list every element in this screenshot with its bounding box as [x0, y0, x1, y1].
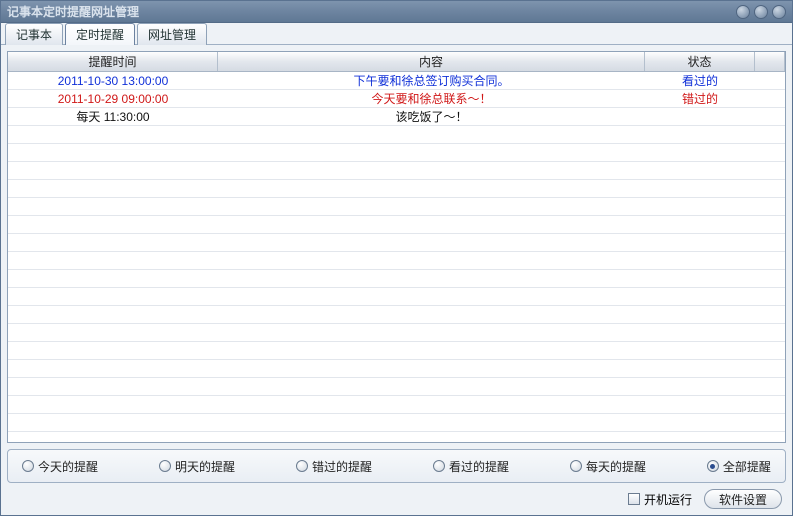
filter-label: 今天的提醒	[38, 458, 98, 475]
table-row[interactable]	[8, 270, 785, 288]
table-row[interactable]	[8, 288, 785, 306]
table-row[interactable]: 2011-10-29 09:00:00今天要和徐总联系～！错过的	[8, 90, 785, 108]
table-row[interactable]	[8, 180, 785, 198]
table-row[interactable]	[8, 216, 785, 234]
radio-dot-icon	[22, 460, 34, 472]
filter-label: 每天的提醒	[586, 458, 646, 475]
tab-strip: 记事本 定时提醒 网址管理	[1, 23, 792, 45]
tab-notebook[interactable]: 记事本	[5, 23, 63, 45]
table-row[interactable]	[8, 432, 785, 442]
table-panel: 提醒时间 内容 状态 2011-10-30 13:00:00下午要和徐总签订购买…	[7, 51, 786, 443]
close-button[interactable]	[772, 5, 786, 19]
tab-url[interactable]: 网址管理	[137, 23, 207, 45]
filter-radio[interactable]: 每天的提醒	[570, 458, 646, 475]
radio-dot-icon	[707, 460, 719, 472]
cell-status: 错过的	[645, 90, 755, 107]
autorun-label: 开机运行	[644, 491, 692, 508]
filter-radio[interactable]: 错过的提醒	[296, 458, 372, 475]
radio-dot-icon	[159, 460, 171, 472]
cell-status: 看过的	[645, 72, 755, 89]
col-header-time[interactable]: 提醒时间	[8, 52, 218, 71]
table-row[interactable]	[8, 126, 785, 144]
radio-dot-icon	[433, 460, 445, 472]
titlebar: 记事本定时提醒网址管理	[1, 1, 792, 23]
filter-radio[interactable]: 今天的提醒	[22, 458, 98, 475]
table-body[interactable]: 2011-10-30 13:00:00下午要和徐总签订购买合同。看过的2011-…	[8, 72, 785, 442]
cell-time: 每天 11:30:00	[8, 108, 218, 125]
table-header: 提醒时间 内容 状态	[8, 52, 785, 72]
tab-label: 记事本	[16, 28, 52, 42]
filter-bar: 今天的提醒 明天的提醒 错过的提醒 看过的提醒 每天的提醒 全部提醒	[7, 449, 786, 483]
cell-body: 今天要和徐总联系～！	[218, 90, 645, 107]
tab-label: 网址管理	[148, 28, 196, 42]
maximize-button[interactable]	[754, 5, 768, 19]
filter-radio[interactable]: 看过的提醒	[433, 458, 509, 475]
table-row[interactable]	[8, 324, 785, 342]
cell-body: 该吃饭了～！	[218, 108, 645, 125]
autorun-checkbox[interactable]: 开机运行	[628, 491, 692, 508]
table-row[interactable]	[8, 414, 785, 432]
table-row[interactable]	[8, 198, 785, 216]
radio-dot-icon	[296, 460, 308, 472]
filter-label: 错过的提醒	[312, 458, 372, 475]
col-header-body[interactable]: 内容	[218, 52, 645, 71]
tab-label: 定时提醒	[76, 28, 124, 42]
table-row[interactable]	[8, 396, 785, 414]
window-buttons	[736, 5, 786, 19]
settings-button-label: 软件设置	[719, 491, 767, 508]
table-row[interactable]	[8, 162, 785, 180]
col-header-pad	[755, 52, 785, 71]
table-row[interactable]: 2011-10-30 13:00:00下午要和徐总签订购买合同。看过的	[8, 72, 785, 90]
checkbox-box-icon	[628, 493, 640, 505]
cell-time: 2011-10-30 13:00:00	[8, 74, 218, 88]
filter-radio[interactable]: 全部提醒	[707, 458, 771, 475]
minimize-button[interactable]	[736, 5, 750, 19]
table-row[interactable]	[8, 234, 785, 252]
table-row[interactable]: 每天 11:30:00该吃饭了～！	[8, 108, 785, 126]
filter-label: 明天的提醒	[175, 458, 235, 475]
filter-radio[interactable]: 明天的提醒	[159, 458, 235, 475]
filter-label: 全部提醒	[723, 458, 771, 475]
table-row[interactable]	[8, 342, 785, 360]
table-row[interactable]	[8, 378, 785, 396]
window-title: 记事本定时提醒网址管理	[7, 3, 736, 20]
table-row[interactable]	[8, 144, 785, 162]
tab-reminder[interactable]: 定时提醒	[65, 23, 135, 45]
app-window: 记事本定时提醒网址管理 记事本 定时提醒 网址管理 提醒时间 内容 状态 201…	[0, 0, 793, 516]
bottom-bar: 开机运行 软件设置	[1, 487, 792, 515]
table-row[interactable]	[8, 252, 785, 270]
radio-dot-icon	[570, 460, 582, 472]
col-header-status[interactable]: 状态	[645, 52, 755, 71]
cell-time: 2011-10-29 09:00:00	[8, 92, 218, 106]
settings-button[interactable]: 软件设置	[704, 489, 782, 509]
table-row[interactable]	[8, 360, 785, 378]
cell-body: 下午要和徐总签订购买合同。	[218, 72, 645, 89]
table-row[interactable]	[8, 306, 785, 324]
filter-label: 看过的提醒	[449, 458, 509, 475]
